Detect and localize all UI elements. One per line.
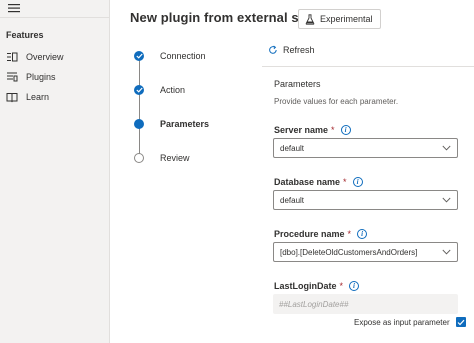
nav-header bbox=[0, 0, 109, 18]
nav-item-plugins[interactable]: Plugins bbox=[0, 67, 110, 87]
info-icon[interactable]: i bbox=[340, 125, 351, 135]
plugins-icon bbox=[6, 71, 18, 83]
expose-checkbox[interactable] bbox=[455, 317, 466, 327]
wizard-stepper: Connection Action Parameters Review bbox=[125, 40, 265, 190]
database-name-dropdown[interactable]: default bbox=[273, 190, 458, 210]
stepper-connector bbox=[139, 56, 140, 156]
check-icon bbox=[134, 85, 144, 95]
nav-item-overview[interactable]: Overview bbox=[0, 47, 110, 67]
database-name-label: Database name * i bbox=[274, 177, 363, 187]
nav-item-label: Plugins bbox=[26, 72, 56, 82]
server-name-label: Server name * i bbox=[274, 125, 351, 135]
input-placeholder: ##LastLoginDate## bbox=[279, 299, 349, 309]
nav-item-learn[interactable]: Learn bbox=[0, 87, 110, 107]
step-action[interactable]: Action bbox=[125, 83, 185, 97]
chevron-down-icon bbox=[442, 145, 451, 151]
section-title: Parameters bbox=[274, 79, 321, 89]
check-icon bbox=[134, 51, 144, 61]
info-icon[interactable]: i bbox=[352, 177, 363, 187]
server-name-dropdown[interactable]: default bbox=[273, 138, 458, 158]
step-connection[interactable]: Connection bbox=[125, 49, 206, 63]
field-label-text: Server name bbox=[274, 125, 329, 135]
step-label: Action bbox=[160, 85, 186, 95]
info-icon[interactable]: i bbox=[349, 281, 360, 291]
expose-label: Expose as input parameter bbox=[354, 317, 450, 327]
experimental-badge-label: Experimental bbox=[320, 14, 373, 24]
experimental-badge: Experimental bbox=[298, 9, 381, 29]
refresh-icon bbox=[269, 45, 277, 54]
hamburger-icon[interactable] bbox=[7, 2, 21, 14]
required-mark: * bbox=[343, 177, 347, 187]
flask-icon bbox=[305, 13, 315, 25]
nav-section-label: Features bbox=[6, 30, 44, 40]
step-review[interactable]: Review bbox=[125, 151, 190, 165]
chevron-down-icon bbox=[442, 249, 451, 255]
pending-step-icon bbox=[134, 153, 144, 163]
left-navigation: Features Overview Plugins Learn bbox=[0, 0, 110, 343]
divider bbox=[262, 66, 474, 67]
book-icon bbox=[6, 91, 18, 103]
nav-item-label: Overview bbox=[26, 52, 64, 62]
step-label: Parameters bbox=[160, 119, 210, 129]
nav-item-label: Learn bbox=[26, 92, 50, 102]
last-login-date-input[interactable]: ##LastLoginDate## bbox=[273, 294, 458, 314]
dropdown-value: default bbox=[280, 143, 305, 153]
check-icon bbox=[457, 319, 465, 325]
procedure-name-dropdown[interactable]: [dbo].[DeleteOldCustomersAndOrders] bbox=[273, 242, 458, 262]
step-label: Review bbox=[160, 153, 190, 163]
info-icon[interactable]: i bbox=[357, 229, 368, 239]
step-parameters[interactable]: Parameters bbox=[125, 117, 209, 131]
required-mark: * bbox=[347, 229, 352, 239]
field-label-text: Procedure name bbox=[274, 229, 345, 239]
section-description: Provide values for each parameter. bbox=[274, 97, 399, 106]
overview-icon bbox=[6, 51, 18, 63]
dropdown-value: [dbo].[DeleteOldCustomersAndOrders] bbox=[280, 247, 418, 257]
refresh-label: Refresh bbox=[283, 45, 315, 55]
required-mark: * bbox=[331, 125, 335, 135]
field-label-text: LastLoginDate bbox=[274, 281, 337, 291]
required-mark: * bbox=[339, 281, 344, 291]
procedure-name-label: Procedure name * i bbox=[274, 229, 368, 239]
field-label-text: Database name bbox=[274, 177, 341, 187]
step-label: Connection bbox=[160, 51, 206, 61]
last-login-date-label: LastLoginDate * i bbox=[274, 281, 360, 291]
refresh-button[interactable]: Refresh bbox=[268, 45, 315, 55]
dropdown-value: default bbox=[280, 195, 305, 205]
current-step-icon bbox=[134, 119, 144, 129]
chevron-down-icon bbox=[442, 197, 451, 203]
expose-as-input-parameter: Expose as input parameter bbox=[354, 317, 466, 327]
